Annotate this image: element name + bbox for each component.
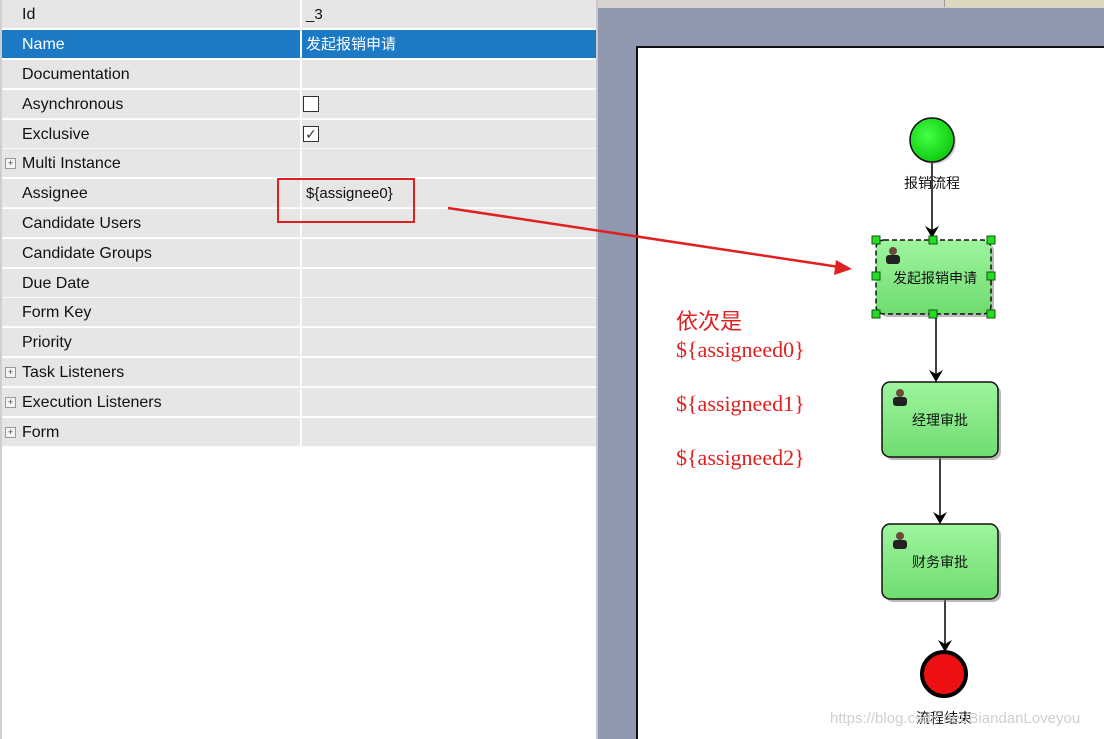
task-label[interactable]: 发起报销申请 [876,268,994,288]
bpmn-diagram [447,117,1001,698]
start-event-label: 报销流程 [904,176,960,192]
task-label[interactable]: 财务审批 [882,552,998,572]
annotation-line: ${assigneed2} [676,445,805,470]
start-event [909,117,955,163]
annotation-title: 依次是 [676,309,743,334]
end-event [920,650,968,698]
watermark: https://blog.csdn.net/BiandanLoveyou [830,710,1081,727]
annotation-arrow [447,206,847,270]
annotation-line: ${assigneed0} [676,337,805,362]
annotation-arrow-head [834,260,852,275]
annotation-line: ${assigneed1} [676,391,805,416]
task-label[interactable]: 经理审批 [882,410,998,430]
